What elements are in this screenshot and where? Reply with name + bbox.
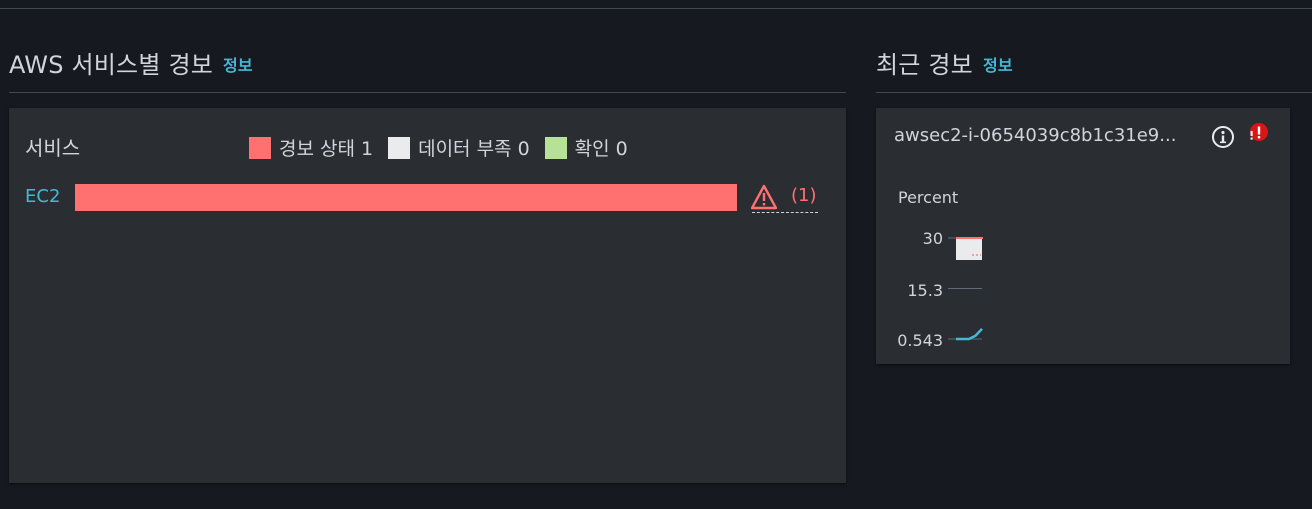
recent-section-title: 최근 경보 정보 [876,51,1013,79]
services-section-divider [9,92,846,93]
services-panel: 서비스 경보 상태 1 데이터 부족 0 확인 0 EC2 (1) [9,108,846,483]
warning-underline [752,212,818,213]
alarm-mini-chart [948,237,983,341]
legend-alarm-label: 경보 상태 1 [279,138,374,160]
legend-alarm[interactable]: 경보 상태 1 [249,134,373,161]
recent-section-divider [876,92,1312,93]
recent-alarm-card: awsec2-i-0654039c8b1c31e9... Percent 30 … [876,108,1290,364]
service-column-header: 서비스 [25,136,81,160]
legend-insufficient-label: 데이터 부족 0 [418,138,530,160]
legend-ok-label: 확인 0 [574,138,628,160]
recent-info-link[interactable]: 정보 [983,56,1013,75]
legend-alarm-swatch [249,136,271,159]
legend-insufficient-swatch [388,136,411,159]
alarm-state-legend: 경보 상태 1 데이터 부족 0 확인 0 [249,134,643,161]
services-section-title: AWS 서비스별 경보 정보 [9,51,253,79]
warning-count[interactable]: (1) [791,185,817,206]
metric-series-line [956,328,983,341]
service-ec2-link[interactable]: EC2 [25,186,60,207]
legend-insufficient-data[interactable]: 데이터 부족 0 [388,134,530,161]
ec2-alarm-bar[interactable] [75,184,737,211]
legend-ok-swatch [544,136,567,159]
services-info-link[interactable]: 정보 [223,56,253,75]
legend-ok[interactable]: 확인 0 [544,134,628,161]
top-divider [0,8,1312,9]
warning-icon [751,184,777,210]
alarm-region [956,238,982,260]
